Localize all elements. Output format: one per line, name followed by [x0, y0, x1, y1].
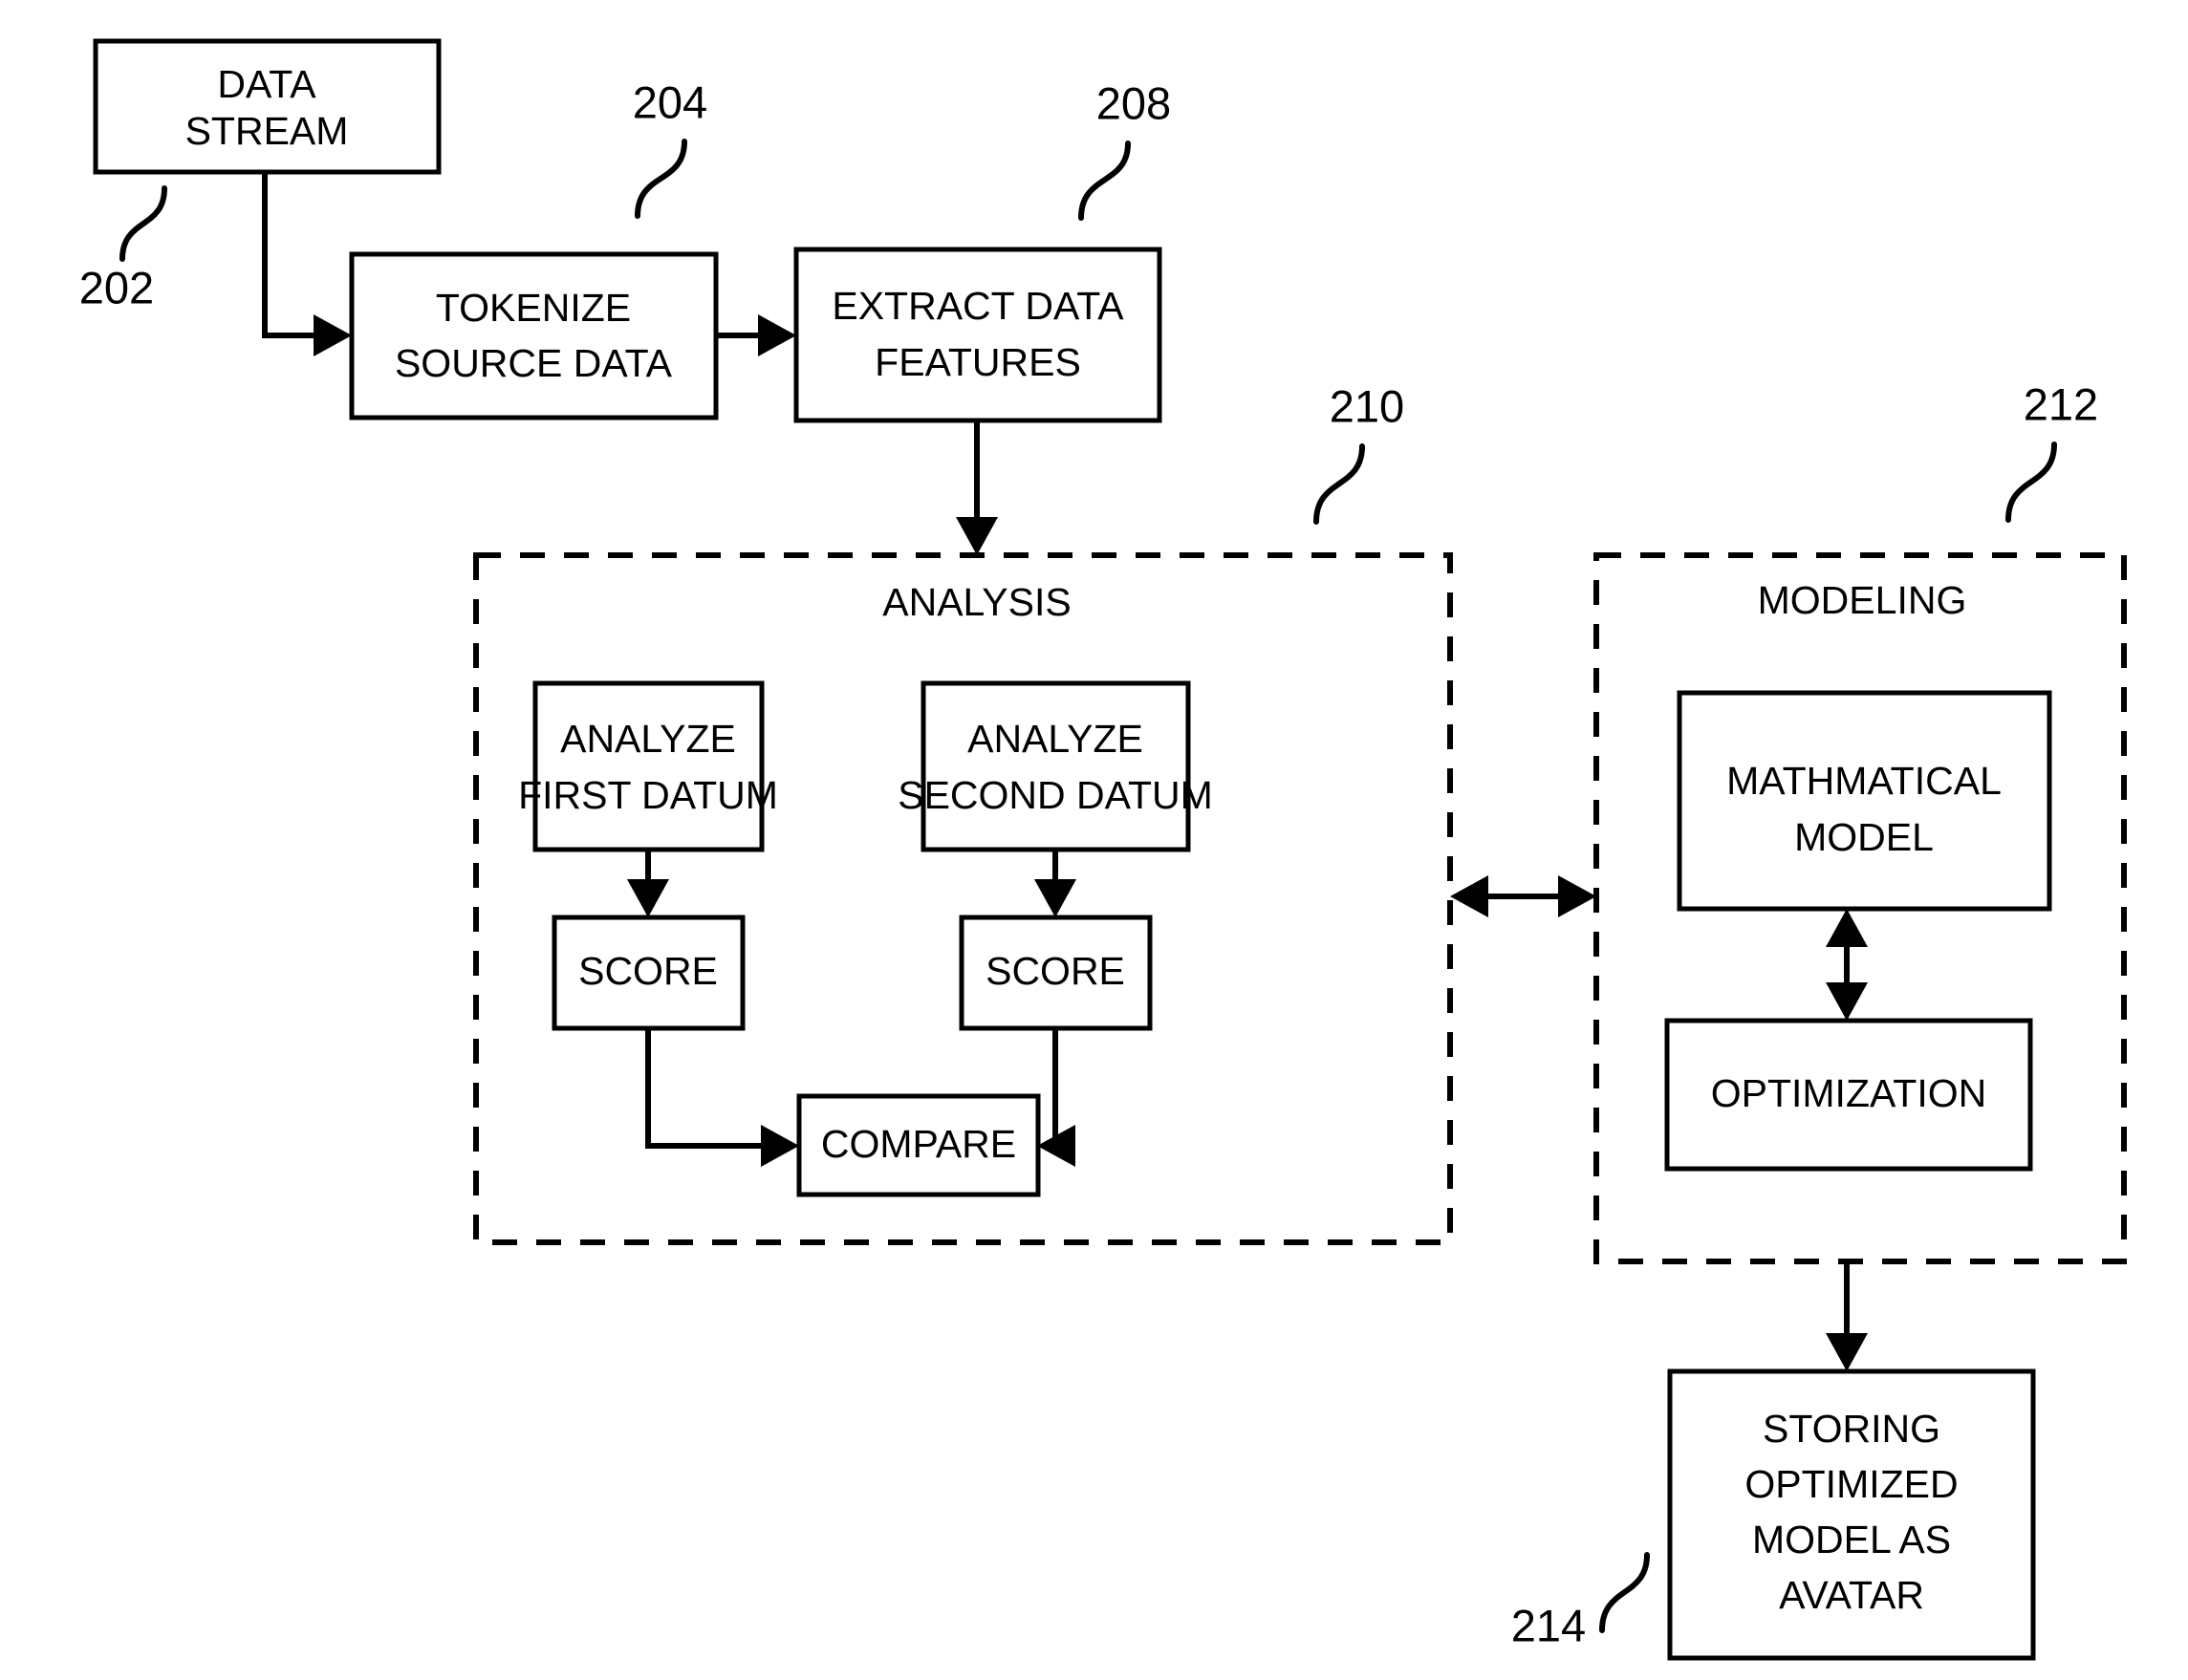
- box-math-model-line-1: MODEL: [1794, 815, 1934, 859]
- ref-numeral-208: 208: [1096, 77, 1171, 128]
- box-storing-line-2: MODEL AS: [1752, 1518, 1951, 1562]
- ref-numeral-202: 202: [79, 262, 154, 312]
- box-score-first-label: SCORE: [578, 949, 718, 993]
- ref-numeral-210: 210: [1330, 380, 1404, 431]
- arrowhead-tokenize-in: [314, 314, 352, 356]
- ref-numeral-204: 204: [633, 76, 707, 127]
- box-compare-label: COMPARE: [821, 1122, 1016, 1166]
- box-storing-line-1: OPTIMIZED: [1744, 1462, 1958, 1506]
- leader-214: [1599, 1552, 1650, 1633]
- box-analyze-first-line-1: FIRST DATUM: [518, 773, 778, 817]
- arrowhead-compare-left-in: [761, 1125, 799, 1167]
- box-tokenize: [349, 251, 719, 420]
- flowchart-svg: ANALYSIS MODELING DATA STREAM TOKENIZE S…: [79, 38, 2127, 1661]
- arrowhead-mathmodel-up: [1826, 909, 1868, 947]
- box-analyze-first-line-0: ANALYZE: [560, 717, 736, 761]
- box-analyze-second-line-1: SECOND DATUM: [898, 773, 1213, 817]
- leader-208: [1078, 140, 1131, 221]
- box-storing-line-0: STORING: [1763, 1407, 1940, 1451]
- box-data-stream-line-1: STREAM: [185, 109, 349, 153]
- ref-numeral-214: 214: [1511, 1600, 1586, 1650]
- patent-figure: ANALYSIS MODELING DATA STREAM TOKENIZE S…: [0, 0, 2188, 1680]
- arrowhead-optimization-down: [1826, 982, 1868, 1021]
- box-analyze-first-datum: [532, 680, 765, 852]
- box-analyze-second-datum: [921, 680, 1191, 852]
- connector-scoresecond-to-compare-vert: [1052, 1028, 1058, 1149]
- arrowhead-storing-in: [1826, 1333, 1868, 1371]
- box-optimization-label: OPTIMIZATION: [1711, 1071, 1987, 1115]
- leader-210: [1313, 443, 1365, 525]
- box-analyze-second-line-0: ANALYZE: [967, 717, 1143, 761]
- box-extract: [793, 247, 1162, 423]
- box-extract-line-0: EXTRACT DATA: [832, 284, 1124, 328]
- arrowhead-extract-in: [758, 314, 796, 356]
- arrowhead-modeling-side: [1558, 875, 1596, 917]
- box-extract-line-1: FEATURES: [875, 340, 1081, 384]
- box-tokenize-line-1: SOURCE DATA: [395, 341, 673, 385]
- ref-numeral-212: 212: [2024, 378, 2098, 429]
- box-tokenize-line-0: TOKENIZE: [436, 286, 631, 330]
- leader-202: [119, 185, 167, 262]
- box-data-stream-line-0: DATA: [217, 62, 316, 106]
- arrowhead-analysis-in: [956, 517, 998, 555]
- arrowhead-score-second-in: [1034, 879, 1076, 917]
- arrowhead-analysis-side: [1450, 875, 1488, 917]
- box-math-model-line-0: MATHMATICAL: [1726, 759, 2002, 803]
- leader-204: [635, 139, 687, 219]
- arrowhead-score-first-in: [627, 879, 669, 917]
- box-storing-line-3: AVATAR: [1779, 1573, 1924, 1617]
- group-modeling-label: MODELING: [1758, 578, 1967, 622]
- leader-212: [2005, 442, 2057, 523]
- connector-datastream-to-tokenize: [262, 172, 336, 338]
- group-analysis-label: ANALYSIS: [882, 580, 1072, 624]
- box-score-second-label: SCORE: [986, 949, 1125, 993]
